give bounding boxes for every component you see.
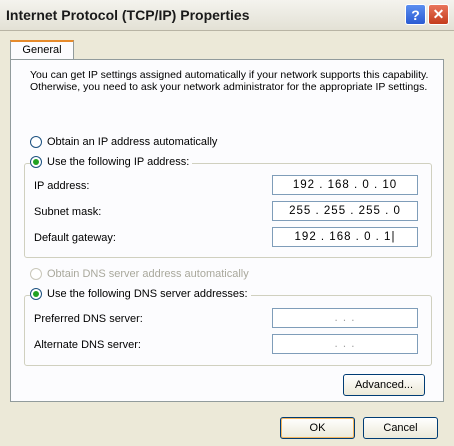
dns-server-group bbox=[24, 295, 432, 366]
alternate-dns-label: Alternate DNS server: bbox=[34, 339, 141, 351]
subnet-mask-label: Subnet mask: bbox=[34, 206, 102, 218]
ip-address-label: IP address: bbox=[34, 180, 90, 192]
window-title: Internet Protocol (TCP/IP) Properties bbox=[6, 7, 250, 23]
subnet-mask-field[interactable]: 255 . 255 . 255 . 0 bbox=[272, 201, 418, 221]
obtain-ip-auto-radio[interactable]: Obtain an IP address automatically bbox=[30, 136, 221, 148]
alternate-dns-field[interactable]: . . . bbox=[272, 334, 418, 354]
description-text: You can get IP settings assigned automat… bbox=[30, 69, 429, 93]
cancel-button[interactable]: Cancel bbox=[363, 417, 438, 439]
ok-button[interactable]: OK bbox=[280, 417, 355, 439]
help-button[interactable]: ? bbox=[405, 4, 426, 25]
use-following-ip-label: Use the following IP address: bbox=[47, 156, 190, 168]
use-following-dns-label: Use the following DNS server addresses: bbox=[47, 288, 248, 300]
radio-selected-icon bbox=[30, 156, 42, 168]
default-gateway-label: Default gateway: bbox=[34, 232, 116, 244]
obtain-dns-auto-label: Obtain DNS server address automatically bbox=[47, 268, 249, 280]
preferred-dns-field[interactable]: . . . bbox=[272, 308, 418, 328]
obtain-dns-auto-radio[interactable]: Obtain DNS server address automatically bbox=[30, 268, 252, 280]
radio-icon bbox=[30, 136, 42, 148]
advanced-button[interactable]: Advanced... bbox=[343, 374, 425, 396]
close-button[interactable]: ✕ bbox=[428, 4, 449, 25]
preferred-dns-label: Preferred DNS server: bbox=[34, 313, 143, 325]
ip-address-field[interactable]: 192 . 168 . 0 . 10 bbox=[272, 175, 418, 195]
use-following-dns-radio[interactable]: Use the following DNS server addresses: bbox=[30, 288, 251, 300]
tab-general[interactable]: General bbox=[10, 40, 74, 60]
use-following-ip-radio[interactable]: Use the following IP address: bbox=[30, 156, 193, 168]
default-gateway-field[interactable]: 192 . 168 . 0 . 1| bbox=[272, 227, 418, 247]
obtain-ip-auto-label: Obtain an IP address automatically bbox=[47, 136, 218, 148]
radio-selected-icon bbox=[30, 288, 42, 300]
title-bar: Internet Protocol (TCP/IP) Properties ? … bbox=[0, 0, 454, 31]
radio-disabled-icon bbox=[30, 268, 42, 280]
